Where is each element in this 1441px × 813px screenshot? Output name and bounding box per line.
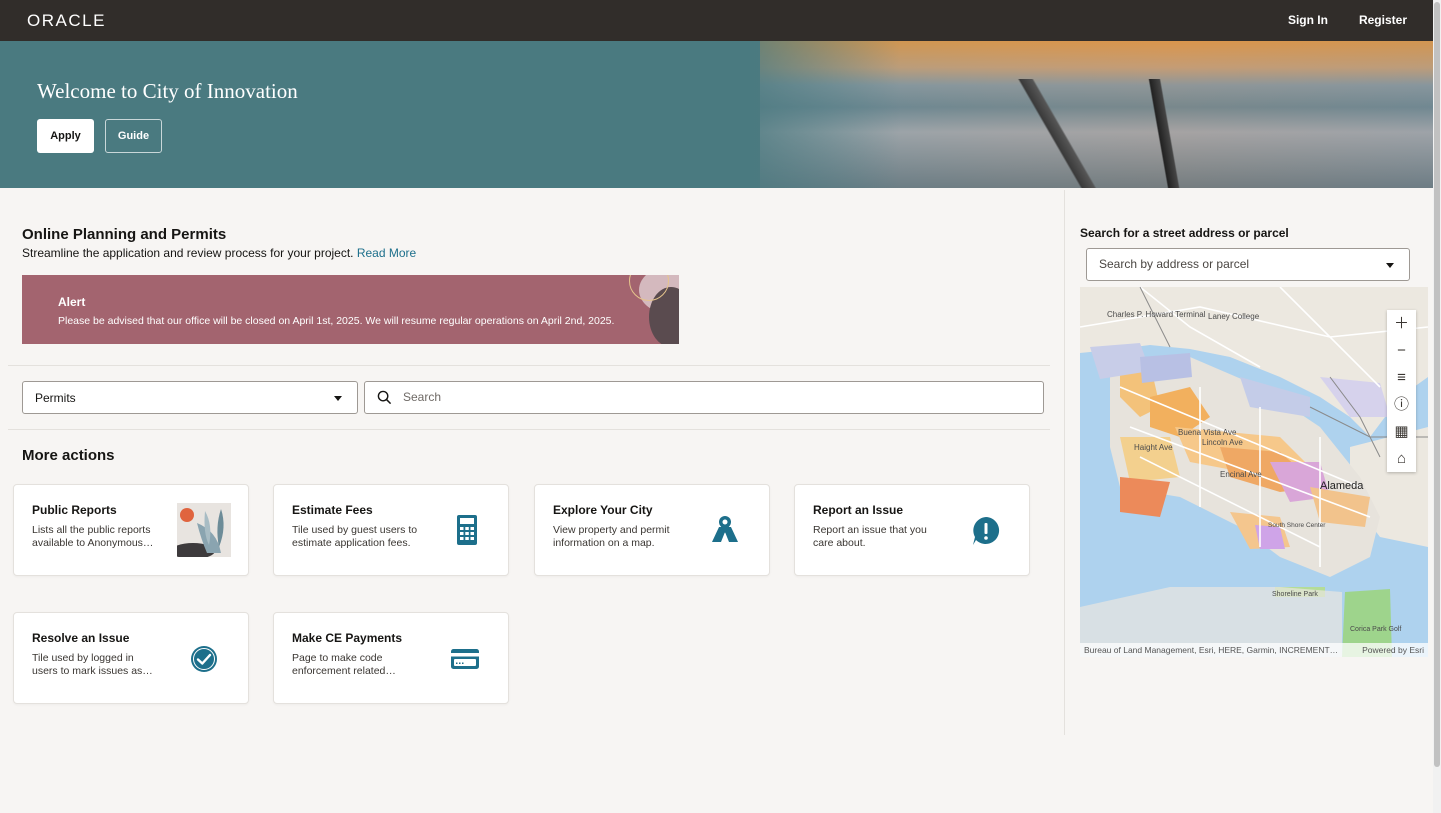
alert-banner: Alert Please be advised that our office … xyxy=(22,275,679,344)
chevron-down-icon xyxy=(334,396,342,401)
qr-code-icon[interactable]: ▦ xyxy=(1387,418,1416,445)
hero-banner: Welcome to City of Innovation Apply Guid… xyxy=(0,41,1433,188)
sign-in-link[interactable]: Sign In xyxy=(1288,13,1328,27)
guide-button[interactable]: Guide xyxy=(105,119,162,153)
calculator-icon xyxy=(456,514,478,551)
tile-resolve-issue[interactable]: Resolve an Issue Tile used by logged in … xyxy=(13,612,249,704)
zoom-in-icon[interactable]: ＋ xyxy=(1387,310,1416,337)
address-search-input[interactable] xyxy=(1099,257,1369,271)
map-label-south-shore: South Shore Center xyxy=(1268,522,1326,529)
search-icon xyxy=(377,390,392,410)
page-scrollbar[interactable] xyxy=(1433,0,1441,813)
map-search-label: Search for a street address or parcel xyxy=(1080,226,1289,240)
map-label-shoreline: Shoreline Park xyxy=(1272,591,1318,598)
alert-bubble-icon xyxy=(971,516,1001,551)
top-nav: Sign In Register xyxy=(1288,13,1407,27)
map-label-corica: Corica Park Golf xyxy=(1350,626,1401,633)
alert-message: Please be advised that our office will b… xyxy=(58,315,615,327)
map-label-alameda: Alameda xyxy=(1320,480,1364,492)
top-bar: ORACLE Sign In Register xyxy=(0,0,1433,41)
section-title: Online Planning and Permits xyxy=(22,226,227,243)
category-select[interactable]: Permits xyxy=(22,381,358,414)
section-description: Streamline the application and review pr… xyxy=(22,246,417,260)
apply-button[interactable]: Apply xyxy=(37,119,94,153)
more-actions-title: More actions xyxy=(22,447,115,464)
map-label-haight: Haight Ave xyxy=(1134,443,1173,452)
layers-list-icon[interactable]: ≡ xyxy=(1387,364,1416,391)
map-attribution: Bureau of Land Management, Esri, HERE, G… xyxy=(1080,643,1428,657)
tile-public-reports[interactable]: Public Reports Lists all the public repo… xyxy=(13,484,249,576)
credit-card-icon xyxy=(450,648,480,675)
divider xyxy=(8,429,1050,430)
map-label-encinal: Encinal Ave xyxy=(1220,470,1262,479)
tile-explore-city[interactable]: Explore Your City View property and perm… xyxy=(534,484,770,576)
search-field[interactable] xyxy=(364,381,1044,414)
hero-buttons: Apply Guide xyxy=(37,119,162,153)
check-circle-icon xyxy=(190,645,218,678)
oracle-logo[interactable]: ORACLE xyxy=(27,11,106,31)
powered-by-esri[interactable]: Powered by Esri xyxy=(1362,643,1424,657)
read-more-link[interactable]: Read More xyxy=(357,246,416,260)
zoom-out-icon[interactable]: − xyxy=(1387,337,1416,364)
map-toolbar: ＋ − ≡ ⓘ ▦ ⌂ xyxy=(1387,310,1416,472)
map-view[interactable]: Charles P. Howard Terminal Laney College… xyxy=(1080,287,1428,657)
address-search-select[interactable] xyxy=(1086,248,1410,281)
report-illustration-icon xyxy=(171,503,231,562)
tile-report-issue[interactable]: Report an Issue Report an issue that you… xyxy=(794,484,1030,576)
map-label-buena-vista: Buena Vista Ave xyxy=(1178,428,1237,437)
alert-title: Alert xyxy=(58,295,86,309)
info-icon[interactable]: ⓘ xyxy=(1387,391,1416,418)
search-input[interactable] xyxy=(403,390,1003,404)
map-label-lincoln: Lincoln Ave xyxy=(1202,438,1243,447)
tile-estimate-fees[interactable]: Estimate Fees Tile used by guest users t… xyxy=(273,484,509,576)
hero-title: Welcome to City of Innovation xyxy=(37,79,298,103)
home-icon[interactable]: ⌂ xyxy=(1387,445,1416,472)
map-label-laney: Laney College xyxy=(1208,312,1260,321)
map-pin-icon xyxy=(710,515,740,548)
category-select-value: Permits xyxy=(35,391,76,405)
chevron-down-icon xyxy=(1386,263,1394,268)
tile-ce-payments[interactable]: Make CE Payments Page to make code enfor… xyxy=(273,612,509,704)
register-link[interactable]: Register xyxy=(1359,13,1407,27)
map-label-howard: Charles P. Howard Terminal xyxy=(1107,310,1206,319)
divider xyxy=(8,365,1050,366)
